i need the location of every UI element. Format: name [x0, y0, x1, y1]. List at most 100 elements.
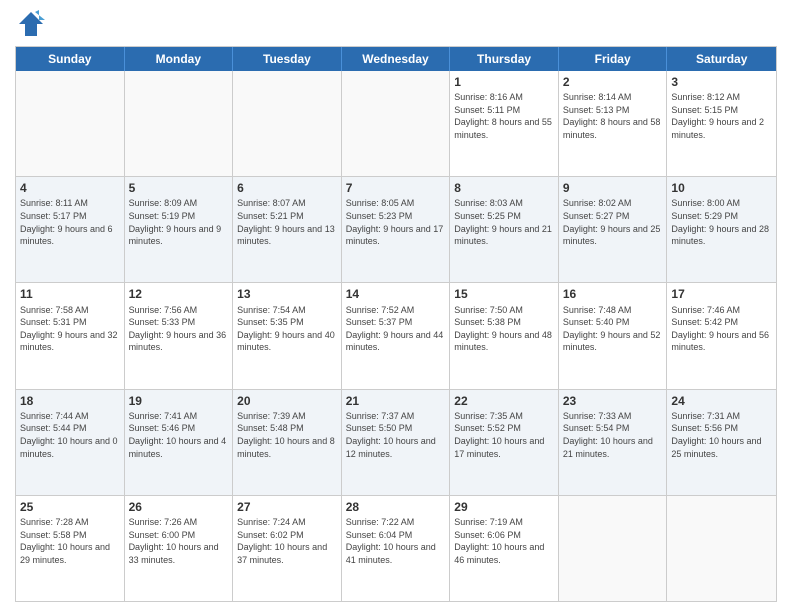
day-number: 22	[454, 393, 554, 409]
day-cell-5: 5Sunrise: 8:09 AM Sunset: 5:19 PM Daylig…	[125, 177, 234, 282]
calendar-row-1: 4Sunrise: 8:11 AM Sunset: 5:17 PM Daylig…	[16, 177, 776, 283]
day-number: 2	[563, 74, 663, 90]
day-cell-8: 8Sunrise: 8:03 AM Sunset: 5:25 PM Daylig…	[450, 177, 559, 282]
day-cell-17: 17 Sunrise: 7:46 AM Sunset: 5:42 PM Dayli…	[667, 283, 776, 388]
day-info: Sunrise: 7:24 AM Sunset: 6:02 PM Dayligh…	[237, 516, 337, 566]
day-info: Sunrise: 7:33 AM Sunset: 5:54 PM Dayligh…	[563, 410, 663, 460]
day-cell-9: 9Sunrise: 8:02 AM Sunset: 5:27 PM Daylig…	[559, 177, 668, 282]
day-cell-26: 26Sunrise: 7:26 AM Sunset: 6:00 PM Dayli…	[125, 496, 234, 601]
day-number: 23	[563, 393, 663, 409]
calendar-row-0: 1Sunrise: 8:16 AM Sunset: 5:11 PM Daylig…	[16, 71, 776, 177]
day-number: 25	[20, 499, 120, 515]
day-info: Sunrise: 7:58 AM Sunset: 5:31 PM Dayligh…	[20, 304, 120, 354]
day-info: Sunrise: 7:39 AM Sunset: 5:48 PM Dayligh…	[237, 410, 337, 460]
day-cell-18: 18Sunrise: 7:44 AM Sunset: 5:44 PM Dayli…	[16, 390, 125, 495]
calendar-row-2: 11 Sunrise: 7:58 AM Sunset: 5:31 PM Dayli…	[16, 283, 776, 389]
day-number: 13	[237, 286, 337, 302]
day-info: Sunrise: 7:41 AM Sunset: 5:46 PM Dayligh…	[129, 410, 229, 460]
empty-cell	[667, 496, 776, 601]
day-cell-1: 1Sunrise: 8:16 AM Sunset: 5:11 PM Daylig…	[450, 71, 559, 176]
day-cell-28: 28Sunrise: 7:22 AM Sunset: 6:04 PM Dayli…	[342, 496, 451, 601]
day-cell-15: 15 Sunrise: 7:50 AM Sunset: 5:38 PM Dayli…	[450, 283, 559, 388]
day-cell-25: 25Sunrise: 7:28 AM Sunset: 5:58 PM Dayli…	[16, 496, 125, 601]
day-cell-4: 4Sunrise: 8:11 AM Sunset: 5:17 PM Daylig…	[16, 177, 125, 282]
day-info: Sunrise: 7:56 AM Sunset: 5:33 PM Dayligh…	[129, 304, 229, 354]
day-number: 1	[454, 74, 554, 90]
day-cell-13: 13 Sunrise: 7:54 AM Sunset: 5:35 PM Dayli…	[233, 283, 342, 388]
day-number: 7	[346, 180, 446, 196]
day-info: Sunrise: 8:03 AM Sunset: 5:25 PM Dayligh…	[454, 197, 554, 247]
calendar-row-4: 25Sunrise: 7:28 AM Sunset: 5:58 PM Dayli…	[16, 496, 776, 601]
logo	[15, 10, 45, 38]
day-info: Sunrise: 7:31 AM Sunset: 5:56 PM Dayligh…	[671, 410, 772, 460]
logo-icon	[17, 10, 45, 38]
day-number: 11	[20, 286, 120, 302]
day-cell-16: 16 Sunrise: 7:48 AM Sunset: 5:40 PM Dayli…	[559, 283, 668, 388]
day-info: Sunrise: 7:46 AM Sunset: 5:42 PM Dayligh…	[671, 304, 772, 354]
day-cell-10: 10Sunrise: 8:00 AM Sunset: 5:29 PM Dayli…	[667, 177, 776, 282]
day-info: Sunrise: 7:44 AM Sunset: 5:44 PM Dayligh…	[20, 410, 120, 460]
day-info: Sunrise: 8:12 AM Sunset: 5:15 PM Dayligh…	[671, 91, 772, 141]
day-cell-21: 21Sunrise: 7:37 AM Sunset: 5:50 PM Dayli…	[342, 390, 451, 495]
day-number: 4	[20, 180, 120, 196]
day-number: 28	[346, 499, 446, 515]
weekday-header-wednesday: Wednesday	[342, 47, 451, 71]
day-number: 29	[454, 499, 554, 515]
weekday-header-sunday: Sunday	[16, 47, 125, 71]
day-info: Sunrise: 7:35 AM Sunset: 5:52 PM Dayligh…	[454, 410, 554, 460]
day-info: Sunrise: 8:09 AM Sunset: 5:19 PM Dayligh…	[129, 197, 229, 247]
day-cell-12: 12 Sunrise: 7:56 AM Sunset: 5:33 PM Dayli…	[125, 283, 234, 388]
day-info: Sunrise: 7:37 AM Sunset: 5:50 PM Dayligh…	[346, 410, 446, 460]
day-info: Sunrise: 8:05 AM Sunset: 5:23 PM Dayligh…	[346, 197, 446, 247]
weekday-header-friday: Friday	[559, 47, 668, 71]
day-info: Sunrise: 7:28 AM Sunset: 5:58 PM Dayligh…	[20, 516, 120, 566]
day-number: 17	[671, 286, 772, 302]
day-info: Sunrise: 8:07 AM Sunset: 5:21 PM Dayligh…	[237, 197, 337, 247]
day-number: 24	[671, 393, 772, 409]
day-cell-20: 20Sunrise: 7:39 AM Sunset: 5:48 PM Dayli…	[233, 390, 342, 495]
calendar-header: SundayMondayTuesdayWednesdayThursdayFrid…	[16, 47, 776, 71]
empty-cell	[125, 71, 234, 176]
day-info: Sunrise: 7:48 AM Sunset: 5:40 PM Dayligh…	[563, 304, 663, 354]
empty-cell	[16, 71, 125, 176]
day-number: 5	[129, 180, 229, 196]
empty-cell	[559, 496, 668, 601]
day-number: 3	[671, 74, 772, 90]
day-cell-2: 2Sunrise: 8:14 AM Sunset: 5:13 PM Daylig…	[559, 71, 668, 176]
weekday-header-saturday: Saturday	[667, 47, 776, 71]
day-info: Sunrise: 8:11 AM Sunset: 5:17 PM Dayligh…	[20, 197, 120, 247]
day-cell-6: 6Sunrise: 8:07 AM Sunset: 5:21 PM Daylig…	[233, 177, 342, 282]
day-cell-29: 29Sunrise: 7:19 AM Sunset: 6:06 PM Dayli…	[450, 496, 559, 601]
day-info: Sunrise: 7:52 AM Sunset: 5:37 PM Dayligh…	[346, 304, 446, 354]
day-number: 9	[563, 180, 663, 196]
header	[15, 10, 777, 38]
day-info: Sunrise: 7:54 AM Sunset: 5:35 PM Dayligh…	[237, 304, 337, 354]
calendar-page: SundayMondayTuesdayWednesdayThursdayFrid…	[0, 0, 792, 612]
day-info: Sunrise: 8:00 AM Sunset: 5:29 PM Dayligh…	[671, 197, 772, 247]
calendar-body: 1Sunrise: 8:16 AM Sunset: 5:11 PM Daylig…	[16, 71, 776, 601]
day-number: 8	[454, 180, 554, 196]
day-cell-14: 14 Sunrise: 7:52 AM Sunset: 5:37 PM Dayli…	[342, 283, 451, 388]
weekday-header-monday: Monday	[125, 47, 234, 71]
day-info: Sunrise: 7:22 AM Sunset: 6:04 PM Dayligh…	[346, 516, 446, 566]
empty-cell	[342, 71, 451, 176]
calendar: SundayMondayTuesdayWednesdayThursdayFrid…	[15, 46, 777, 602]
day-number: 26	[129, 499, 229, 515]
day-number: 19	[129, 393, 229, 409]
day-number: 15	[454, 286, 554, 302]
day-info: Sunrise: 8:14 AM Sunset: 5:13 PM Dayligh…	[563, 91, 663, 141]
calendar-row-3: 18Sunrise: 7:44 AM Sunset: 5:44 PM Dayli…	[16, 390, 776, 496]
day-number: 16	[563, 286, 663, 302]
day-cell-19: 19Sunrise: 7:41 AM Sunset: 5:46 PM Dayli…	[125, 390, 234, 495]
day-cell-27: 27Sunrise: 7:24 AM Sunset: 6:02 PM Dayli…	[233, 496, 342, 601]
day-number: 10	[671, 180, 772, 196]
day-cell-3: 3Sunrise: 8:12 AM Sunset: 5:15 PM Daylig…	[667, 71, 776, 176]
day-cell-24: 24Sunrise: 7:31 AM Sunset: 5:56 PM Dayli…	[667, 390, 776, 495]
day-cell-22: 22Sunrise: 7:35 AM Sunset: 5:52 PM Dayli…	[450, 390, 559, 495]
day-number: 12	[129, 286, 229, 302]
day-info: Sunrise: 7:19 AM Sunset: 6:06 PM Dayligh…	[454, 516, 554, 566]
day-info: Sunrise: 7:50 AM Sunset: 5:38 PM Dayligh…	[454, 304, 554, 354]
day-cell-7: 7Sunrise: 8:05 AM Sunset: 5:23 PM Daylig…	[342, 177, 451, 282]
day-number: 20	[237, 393, 337, 409]
day-number: 14	[346, 286, 446, 302]
